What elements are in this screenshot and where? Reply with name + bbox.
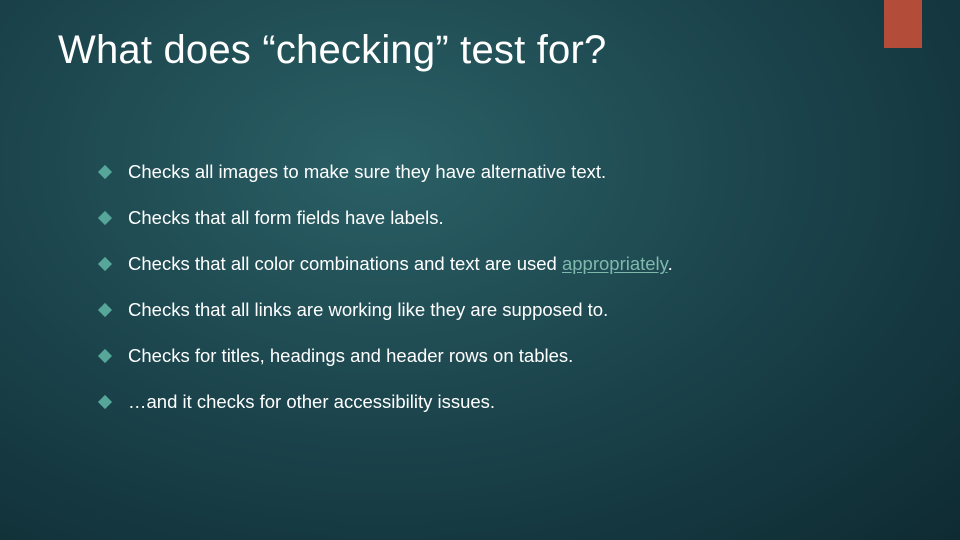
- bullet-text: Checks all images to make sure they have…: [128, 160, 606, 184]
- bullet-text-post: .: [668, 253, 673, 274]
- bullet-list: Checks all images to make sure they have…: [100, 160, 900, 436]
- list-item: Checks that all links are working like t…: [100, 298, 900, 322]
- bullet-text-pre: Checks that all color combinations and t…: [128, 253, 562, 274]
- bullet-text: …and it checks for other accessibility i…: [128, 390, 495, 414]
- bullet-text: Checks that all color combinations and t…: [128, 252, 673, 276]
- diamond-bullet-icon: [98, 165, 112, 179]
- diamond-bullet-icon: [98, 211, 112, 225]
- diamond-bullet-icon: [98, 257, 112, 271]
- accent-bar: [884, 0, 922, 48]
- diamond-bullet-icon: [98, 349, 112, 363]
- bullet-text: Checks that all links are working like t…: [128, 298, 608, 322]
- list-item: Checks for titles, headings and header r…: [100, 344, 900, 368]
- list-item: Checks that all color combinations and t…: [100, 252, 900, 276]
- list-item: …and it checks for other accessibility i…: [100, 390, 900, 414]
- diamond-bullet-icon: [98, 395, 112, 409]
- bullet-text-highlight: appropriately: [562, 253, 668, 274]
- slide-title: What does “checking” test for?: [58, 28, 606, 73]
- bullet-text: Checks for titles, headings and header r…: [128, 344, 573, 368]
- bullet-text: Checks that all form fields have labels.: [128, 206, 444, 230]
- diamond-bullet-icon: [98, 303, 112, 317]
- list-item: Checks that all form fields have labels.: [100, 206, 900, 230]
- list-item: Checks all images to make sure they have…: [100, 160, 900, 184]
